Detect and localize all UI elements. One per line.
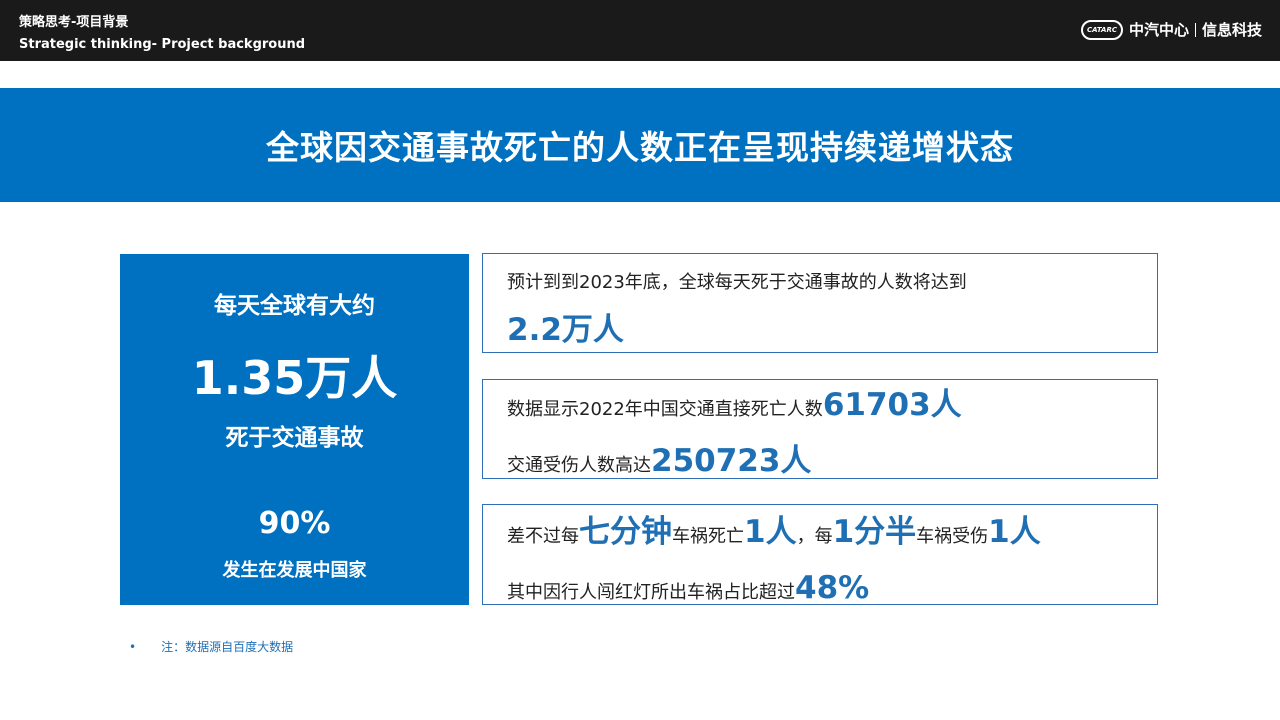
stat-percentage: 90%: [258, 506, 331, 541]
fact-text: ，每: [796, 526, 833, 547]
fact-value: 1分半: [832, 514, 917, 550]
fact-line-injuries: 交通受伤人数高达250723人: [507, 446, 811, 477]
logo-divider: [1194, 22, 1196, 37]
fact-value: 1人: [744, 514, 797, 550]
fact-value-line: 2.2万人: [507, 315, 624, 346]
fact-line-deaths: 数据显示2022年中国交通直接死亡人数61703人: [507, 390, 962, 421]
fact-value: 48%: [795, 570, 870, 606]
bullet-icon: •: [129, 640, 137, 654]
emblem-text: CATARC: [1086, 25, 1117, 34]
fact-text: 其中因行人闯红灯所出车祸占比超过: [507, 582, 795, 603]
fact-value: 七分钟: [579, 514, 672, 550]
headline-banner: 全球因交通事故死亡的人数正在呈现持续递增状态: [0, 88, 1280, 202]
header-title-en: Strategic thinking- Project background: [19, 37, 306, 52]
fact-line-redlight: 其中因行人闯红灯所出车祸占比超过48%: [507, 573, 869, 604]
stat-intro: 每天全球有大约: [214, 293, 375, 319]
fact-value: 61703人: [822, 387, 962, 423]
note-text: 注：数据源自百度大数据: [161, 640, 294, 654]
headline-title: 全球因交通事故死亡的人数正在呈现持续递增状态: [266, 128, 1014, 167]
fact-text: 差不过每: [507, 526, 579, 547]
header-title-cn: 策略思考-项目背景: [19, 15, 129, 30]
stat-cause: 死于交通事故: [225, 425, 364, 451]
fact-text: 数据显示2022年中国交通直接死亡人数: [507, 399, 823, 420]
stat-region: 发生在发展中国家: [222, 560, 367, 581]
fact-value: 2.2万人: [507, 312, 624, 348]
top-header-bar: 策略思考-项目背景 Strategic thinking- Project ba…: [0, 0, 1280, 61]
source-note: • 注：数据源自百度大数据: [129, 638, 293, 655]
fact-value: 250723人: [651, 443, 812, 479]
fact-card-frequency: 差不过每七分钟车祸死亡1人，每1分半车祸受伤1人 其中因行人闯红灯所出车祸占比超…: [482, 504, 1158, 605]
stat-daily-deaths: 1.35万人: [191, 351, 398, 405]
fact-text: 车祸死亡: [672, 526, 744, 547]
fact-card-china: 数据显示2022年中国交通直接死亡人数61703人 交通受伤人数高达250723…: [482, 379, 1158, 479]
fact-line-frequency: 差不过每七分钟车祸死亡1人，每1分半车祸受伤1人: [507, 517, 1041, 548]
fact-text: 车祸受伤: [916, 526, 989, 547]
fact-text: 预计到到2023年底，全球每天死于交通事故的人数将达到: [507, 272, 967, 293]
fact-value: 1人: [988, 514, 1041, 550]
logo-org: 中汽中心: [1128, 21, 1189, 39]
logo-unit: 信息科技: [1201, 21, 1262, 39]
fact-card-forecast: 预计到到2023年底，全球每天死于交通事故的人数将达到 2.2万人: [482, 253, 1158, 353]
fact-text: 交通受伤人数高达: [507, 455, 651, 476]
catarc-emblem-icon: CATARC: [1080, 19, 1123, 40]
stat-panel: 每天全球有大约 1.35万人 死于交通事故 90% 发生在发展中国家: [120, 254, 469, 605]
company-logo: CATARC 中汽中心 信息科技: [1080, 19, 1262, 40]
